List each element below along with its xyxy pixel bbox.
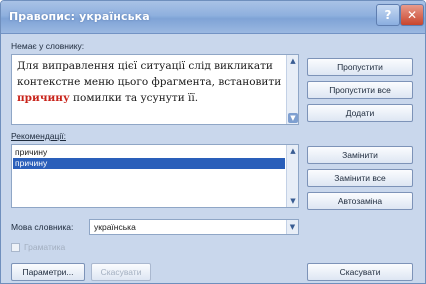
change-all-button[interactable]: Замінити все [307, 169, 413, 187]
close-button[interactable]: ✕ [400, 4, 424, 26]
dictionary-language-value: українська [94, 222, 136, 232]
add-to-dictionary-button[interactable]: Додати [307, 104, 413, 122]
grammar-checkbox[interactable] [11, 243, 20, 252]
options-button[interactable]: Параметри... [11, 263, 85, 281]
suggestions-scrollbar[interactable]: ▲ ▼ [286, 145, 298, 207]
ignore-all-button[interactable]: Пропустити все [307, 81, 413, 99]
undo-button[interactable]: Скасувати [91, 263, 151, 281]
close-icon: ✕ [406, 8, 418, 22]
suggestions-label: Рекомендації: [11, 131, 66, 141]
misspelled-word: причину [17, 92, 70, 104]
cancel-button[interactable]: Скасувати [307, 263, 413, 281]
context-text-before: Для виправлення цієї ситуації слід викли… [17, 60, 282, 88]
not-in-dictionary-text[interactable]: Для виправлення цієї ситуації слід викли… [17, 58, 285, 106]
text-scrollbar[interactable]: ▲ ▼ [286, 55, 298, 124]
autocorrect-button[interactable]: Автозаміна [307, 192, 413, 210]
title-bar[interactable]: Правопис: українська ? ✕ [1, 1, 425, 34]
change-button[interactable]: Замінити [307, 146, 413, 164]
help-button[interactable]: ? [376, 4, 400, 26]
scroll-up-arrow-icon[interactable]: ▲ [288, 56, 298, 66]
dictionary-language-select[interactable]: українська ▼ [89, 219, 299, 235]
list-item[interactable]: причину [13, 147, 285, 158]
suggestions-list[interactable]: причину причину ▲ ▼ [11, 144, 299, 208]
dictionary-language-label: Мова словника: [11, 222, 74, 232]
window-title: Правопис: українська [9, 10, 150, 23]
help-icon: ? [384, 8, 392, 22]
not-in-dictionary-label: Немає у словнику: [11, 41, 85, 51]
not-in-dictionary-textbox[interactable]: Для виправлення цієї ситуації слід викли… [11, 54, 299, 125]
scroll-down-arrow-icon[interactable]: ▼ [288, 196, 298, 206]
spelling-dialog: Правопис: українська ? ✕ Немає у словник… [0, 0, 426, 284]
scroll-up-arrow-icon[interactable]: ▲ [288, 146, 298, 156]
list-item-selected[interactable]: причину [13, 158, 285, 169]
grammar-label: Граматика [24, 242, 66, 252]
scroll-down-arrow-icon[interactable]: ▼ [288, 113, 298, 123]
chevron-down-icon[interactable]: ▼ [286, 220, 298, 234]
ignore-once-button[interactable]: Пропустити [307, 58, 413, 76]
context-text-after: помилки та усунути її. [69, 92, 199, 104]
